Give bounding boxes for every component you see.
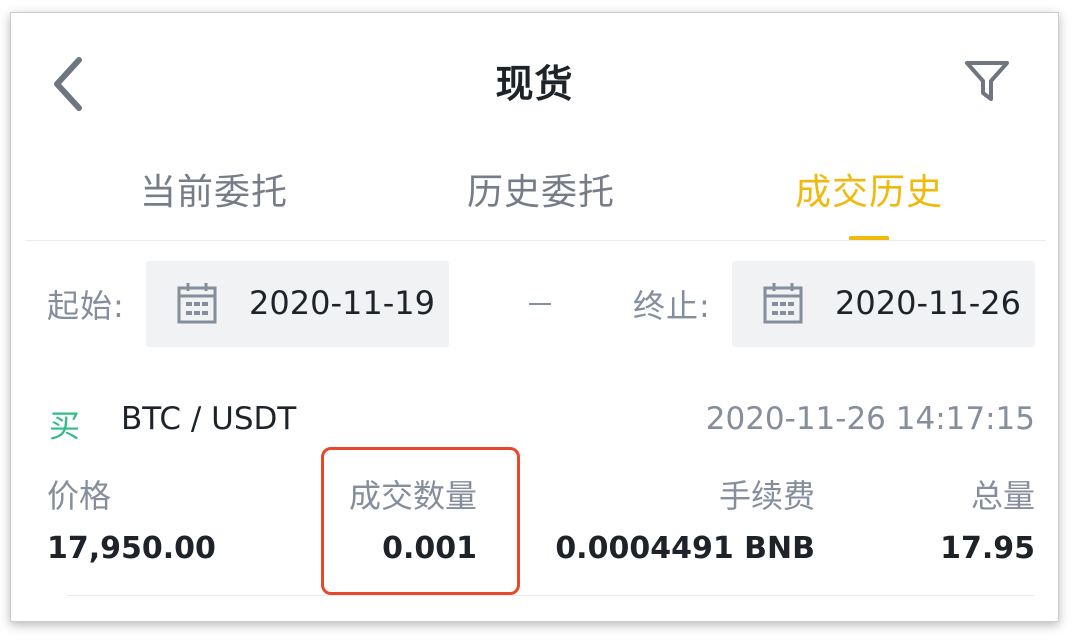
price-value: 17,950.00 (47, 531, 216, 566)
total-value: 17.95 (940, 531, 1035, 566)
filter-icon (965, 61, 1009, 101)
fee-value: 0.0004491 BNB (555, 531, 815, 566)
tab-order-history[interactable]: 历史委托 (441, 163, 641, 215)
start-date-label: 起始: (47, 287, 125, 325)
date-range-separator (529, 303, 551, 305)
total-label: 总量 (970, 477, 1035, 515)
filter-button[interactable] (959, 49, 1015, 115)
tab-trade-history[interactable]: 成交历史 (769, 163, 969, 215)
row-divider (67, 595, 1034, 596)
filled-amount-highlight (321, 447, 520, 595)
trade-pair: BTC / USDT (121, 401, 297, 437)
fee-label: 手续费 (718, 477, 815, 515)
page-title: 现货 (495, 62, 574, 106)
start-date-picker[interactable]: 2020-11-19 (146, 261, 449, 347)
trade-time: 2020-11-26 14:17:15 (705, 401, 1035, 437)
tabs-divider (25, 240, 1046, 241)
end-date-picker[interactable]: 2020-11-26 (732, 261, 1035, 347)
start-date-value: 2020-11-19 (249, 284, 435, 322)
calendar-icon (177, 283, 217, 324)
end-date-value: 2020-11-26 (835, 284, 1021, 322)
calendar-icon (763, 283, 803, 324)
price-label: 价格 (47, 477, 112, 515)
trade-history-screen: 现货 当前委托 历史委托 成交历史 起始: 2020-11-19 终止: 202… (10, 12, 1059, 622)
end-date-label: 终止: (633, 287, 711, 325)
tab-open-orders[interactable]: 当前委托 (114, 163, 314, 215)
trade-side-badge: 买 (49, 409, 80, 445)
